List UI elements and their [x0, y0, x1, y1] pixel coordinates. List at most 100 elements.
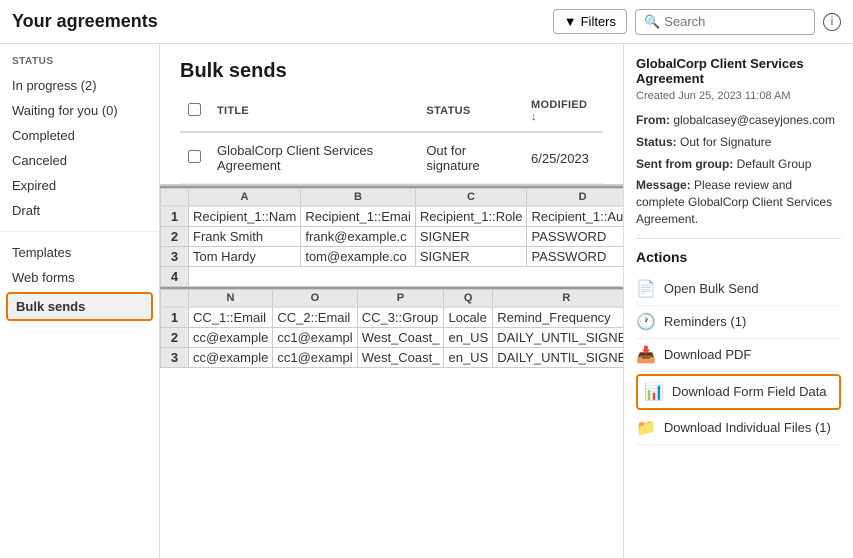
filter-icon: ▼: [564, 14, 577, 29]
select-all-checkbox[interactable]: [188, 103, 201, 116]
bottom-1p: CC_3::Group: [357, 307, 444, 328]
detail-divider: [636, 238, 841, 239]
ss-header-row: 1 Recipient_1::Nam Recipient_1::Emai Rec…: [161, 206, 624, 227]
download-individual-icon: 📁: [636, 418, 656, 438]
action-download-pdf[interactable]: 📥 Download PDF: [636, 339, 841, 372]
col-o: O: [273, 290, 357, 308]
bottom-1q: Locale: [444, 307, 493, 328]
sidebar-item-in-progress[interactable]: In progress (2): [0, 73, 159, 98]
spreadsheet-top: A B C D E F G H I J K L: [160, 186, 623, 287]
content-area: Bulk sends TITLE STATUS MODIFIED ↓: [160, 44, 623, 558]
bottom-data-row-2: 2 cc@example cc1@exampl West_Coast_ en_U…: [161, 328, 624, 348]
action-download-form-field-label: Download Form Field Data: [672, 384, 827, 399]
bottom-1o: CC_2::Email: [273, 307, 357, 328]
sidebar-item-waiting[interactable]: Waiting for you (0): [0, 98, 159, 123]
col-n: N: [189, 290, 273, 308]
table-row[interactable]: GlobalCorp Client Services Agreement Out…: [180, 132, 603, 184]
info-icon[interactable]: i: [823, 13, 841, 31]
bottom-3o: cc1@exampl: [273, 348, 357, 368]
actions-title: Actions: [636, 249, 841, 265]
bottom-row-1: 1: [161, 307, 189, 328]
detail-message-label: Message:: [636, 178, 691, 192]
col-a: A: [189, 189, 301, 207]
col-r: R: [493, 290, 623, 308]
sidebar-item-web-forms[interactable]: Web forms: [0, 265, 159, 290]
search-input[interactable]: [664, 14, 804, 29]
ss-cell-1d: Recipient_1::Auth: [527, 206, 623, 227]
reminders-icon: 🕐: [636, 312, 656, 332]
action-reminders[interactable]: 🕐 Reminders (1): [636, 306, 841, 339]
row-num-4: 4: [161, 267, 189, 287]
col-b: B: [301, 189, 416, 207]
top-bar: Your agreements ▼ Filters 🔍 i: [0, 0, 853, 44]
sidebar-item-expired[interactable]: Expired: [0, 173, 159, 198]
download-form-field-icon: 📊: [644, 382, 664, 402]
detail-from: From: globalcasey@caseyjones.com: [636, 112, 841, 129]
th-status: STATUS: [418, 91, 523, 132]
filter-label: Filters: [581, 14, 616, 29]
ss-cell-3d: PASSWORD: [527, 247, 623, 267]
bottom-3q: en_US: [444, 348, 493, 368]
spreadsheet-bottom-table: N O P Q R S T U V W: [160, 289, 623, 368]
detail-status: Status: Out for Signature: [636, 134, 841, 151]
ss-data-row-2: 2 Frank Smith frank@example.c SIGNER PAS…: [161, 227, 624, 247]
sidebar-item-templates[interactable]: Templates: [0, 240, 159, 265]
bulk-sends-header: Bulk sends: [160, 44, 623, 91]
bottom-2n: cc@example: [189, 328, 273, 348]
sidebar-divider: [0, 231, 159, 232]
filter-button[interactable]: ▼ Filters: [553, 9, 627, 34]
bottom-3r: DAILY_UNTIL_SIGNED: [493, 348, 623, 368]
detail-panel: GlobalCorp Client Services Agreement Cre…: [623, 44, 853, 558]
row-num-1: 1: [161, 206, 189, 227]
col-d: D: [527, 189, 623, 207]
sidebar: STATUS In progress (2) Waiting for you (…: [0, 44, 160, 558]
spreadsheet-top-table: A B C D E F G H I J K L: [160, 188, 623, 287]
ss-cell-1a: Recipient_1::Nam: [189, 206, 301, 227]
action-reminders-label: Reminders (1): [664, 314, 746, 329]
row-checkbox-cell[interactable]: [180, 132, 209, 184]
th-checkbox: [180, 91, 209, 132]
bottom-row-num-2: 2: [161, 328, 189, 348]
row-num-3: 3: [161, 247, 189, 267]
action-download-form-field-data[interactable]: 📊 Download Form Field Data: [636, 374, 841, 410]
detail-status-value: Out for Signature: [680, 135, 771, 149]
top-bar-controls: ▼ Filters 🔍 i: [553, 9, 841, 35]
action-download-pdf-label: Download PDF: [664, 347, 751, 362]
search-icon: 🔍: [644, 14, 660, 30]
ss-cell-2c: SIGNER: [415, 227, 527, 247]
sidebar-item-bulk-sends[interactable]: Bulk sends: [6, 292, 153, 321]
row-checkbox[interactable]: [188, 150, 201, 163]
action-download-individual-label: Download Individual Files (1): [664, 420, 831, 435]
ss-data-row-4: 4: [161, 267, 624, 287]
bottom-2o: cc1@exampl: [273, 328, 357, 348]
bottom-header-row: 1 CC_1::Email CC_2::Email CC_3::Group Lo…: [161, 307, 624, 328]
detail-group-value: Default Group: [737, 157, 812, 171]
ss-cell-1b: Recipient_1::Emai: [301, 206, 416, 227]
bottom-3n: cc@example: [189, 348, 273, 368]
bottom-row-num-header: [161, 290, 189, 308]
detail-title: GlobalCorp Client Services Agreement: [636, 56, 841, 86]
sidebar-item-draft[interactable]: Draft: [0, 198, 159, 223]
sidebar-item-completed[interactable]: Completed: [0, 123, 159, 148]
th-modified: MODIFIED ↓: [523, 91, 603, 132]
col-c: C: [415, 189, 527, 207]
bulk-sends-panel: Bulk sends TITLE STATUS MODIFIED ↓: [160, 44, 623, 184]
ss-cell-2b: frank@example.c: [301, 227, 416, 247]
search-box: 🔍: [635, 9, 815, 35]
detail-from-value: globalcasey@caseyjones.com: [673, 113, 835, 127]
ss-cell-1c: Recipient_1::Role: [415, 206, 527, 227]
spreadsheet-section: A B C D E F G H I J K L: [160, 184, 623, 558]
bottom-2r: DAILY_UNTIL_SIGNED: [493, 328, 623, 348]
bottom-data-row-3: 3 cc@example cc1@exampl West_Coast_ en_U…: [161, 348, 624, 368]
action-open-bulk-send[interactable]: 📄 Open Bulk Send: [636, 273, 841, 306]
sidebar-item-canceled[interactable]: Canceled: [0, 148, 159, 173]
detail-group: Sent from group: Default Group: [636, 156, 841, 173]
table-container: TITLE STATUS MODIFIED ↓ GlobalCorp Clien…: [160, 91, 623, 184]
col-q: Q: [444, 290, 493, 308]
status-section-label: STATUS: [0, 56, 159, 73]
ss-cell-3b: tom@example.co: [301, 247, 416, 267]
th-title: TITLE: [209, 91, 418, 132]
action-download-individual-files[interactable]: 📁 Download Individual Files (1): [636, 412, 841, 445]
bottom-1r: Remind_Frequency: [493, 307, 623, 328]
open-bulk-send-icon: 📄: [636, 279, 656, 299]
